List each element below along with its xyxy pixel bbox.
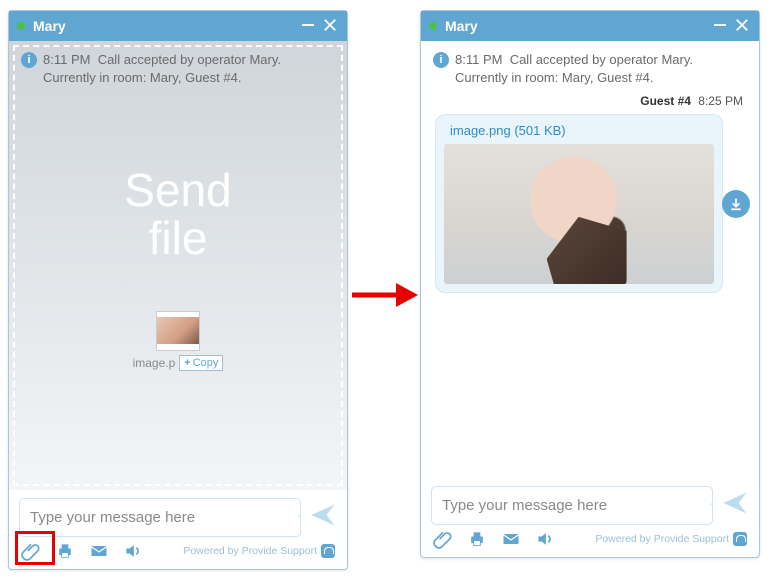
lock-icon [733, 532, 747, 546]
system-message: i 8:11 PM Call accepted by operator Mary… [9, 41, 347, 86]
message-time: 8:25 PM [698, 94, 743, 108]
presence-dot [429, 22, 437, 30]
system-message: i 8:11 PM Call accepted by operator Mary… [421, 41, 759, 86]
send-file-label: Sendfile [9, 166, 347, 263]
composer: Powered by Provide Support [9, 490, 347, 569]
system-time: 8:11 PM [43, 52, 90, 67]
download-button[interactable] [722, 190, 750, 218]
attachment-filename[interactable]: image.png (501 KB) [444, 121, 714, 144]
minimize-button[interactable] [709, 14, 731, 39]
attachment-bubble: image.png (501 KB) [435, 114, 723, 293]
message-area: i 8:11 PM Call accepted by operator Mary… [421, 41, 759, 478]
system-line2: Currently in room: Mary, Guest #4. [455, 70, 653, 85]
composer-toolbar: Powered by Provide Support [19, 537, 337, 563]
drop-zone[interactable]: i 8:11 PM Call accepted by operator Mary… [9, 41, 347, 490]
powered-by[interactable]: Powered by Provide Support [595, 532, 747, 546]
info-icon: i [21, 52, 37, 68]
composer-toolbar: Powered by Provide Support [431, 525, 749, 551]
titlebar: Mary [421, 11, 759, 41]
minimize-button[interactable] [297, 14, 319, 39]
system-line1: Call accepted by operator Mary. [98, 52, 281, 67]
message-input[interactable] [431, 486, 713, 525]
copy-label: Copy [193, 357, 219, 369]
message-input[interactable] [19, 498, 301, 537]
attach-highlight [15, 531, 55, 565]
powered-by[interactable]: Powered by Provide Support [183, 544, 335, 558]
message-meta: Guest #4 8:25 PM [421, 86, 759, 112]
drop-filename: image.p [133, 356, 176, 370]
copy-button[interactable]: + Copy [179, 355, 223, 371]
drop-dashed-border [13, 45, 343, 486]
sound-icon[interactable] [535, 529, 555, 549]
system-line1: Call accepted by operator Mary. [510, 52, 693, 67]
system-time: 8:11 PM [455, 52, 502, 67]
attachment-preview[interactable] [444, 144, 714, 284]
system-line2: Currently in room: Mary, Guest #4. [43, 70, 241, 85]
info-icon: i [433, 52, 449, 68]
arrow-icon [352, 280, 418, 310]
attach-icon[interactable] [433, 529, 453, 549]
close-button[interactable] [731, 14, 753, 39]
send-button[interactable] [721, 489, 749, 522]
mail-icon[interactable] [89, 541, 109, 561]
chat-window-drop-state: Mary i 8:11 PM Call accepted by operator… [8, 10, 348, 570]
presence-dot [17, 22, 25, 30]
drop-preview-thumb [156, 311, 200, 351]
print-icon[interactable] [467, 529, 487, 549]
lock-icon [321, 544, 335, 558]
chat-title: Mary [445, 18, 478, 34]
chat-window-sent-state: Mary i 8:11 PM Call accepted by operator… [420, 10, 760, 558]
sound-icon[interactable] [123, 541, 143, 561]
composer: Powered by Provide Support [421, 478, 759, 557]
print-icon[interactable] [55, 541, 75, 561]
titlebar: Mary [9, 11, 347, 41]
message-sender: Guest #4 [640, 94, 691, 108]
chat-title: Mary [33, 18, 66, 34]
close-button[interactable] [319, 14, 341, 39]
plus-icon: + [184, 357, 190, 369]
drop-filename-row: image.p + Copy [9, 355, 347, 371]
mail-icon[interactable] [501, 529, 521, 549]
send-button[interactable] [309, 501, 337, 534]
